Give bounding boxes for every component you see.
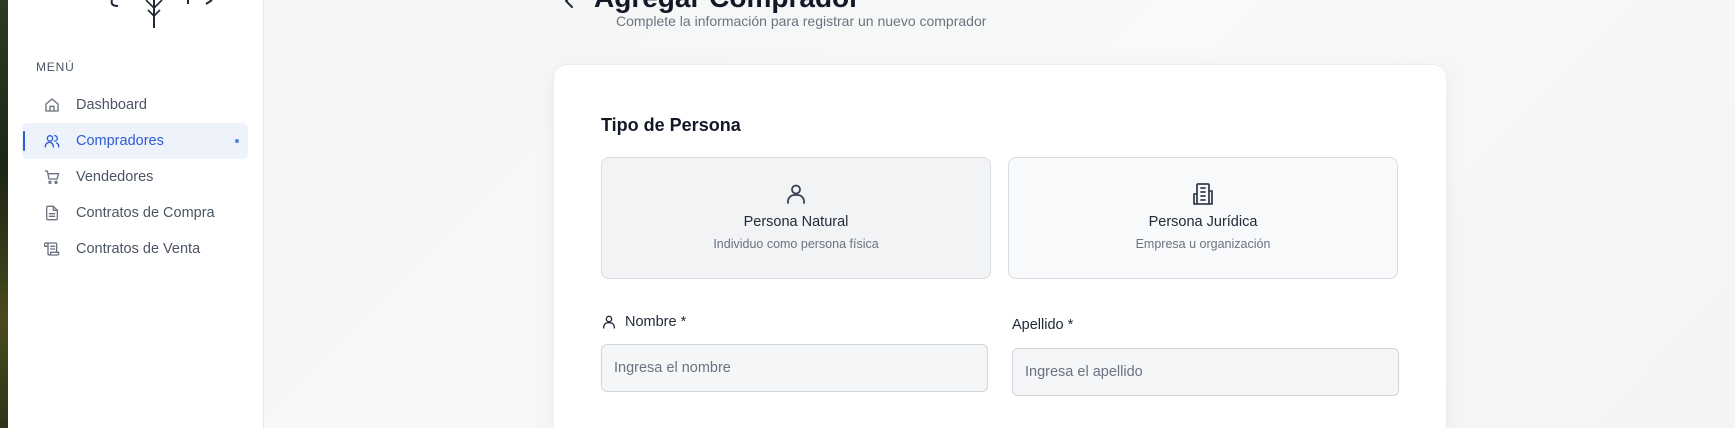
sidebar-item-label: Dashboard	[76, 97, 147, 113]
users-icon	[44, 133, 60, 149]
person-type-title: Persona Jurídica	[1148, 214, 1258, 230]
page-subtitle: Complete la información para registrar u…	[616, 13, 987, 29]
file-text-icon	[44, 205, 60, 221]
sidebar-nav: Dashboard Compradores Vendedores Contrat…	[22, 87, 248, 267]
nombre-label-text: Nombre *	[625, 314, 687, 330]
user-icon	[601, 314, 617, 330]
home-icon	[44, 97, 60, 113]
section-title: Tipo de Persona	[601, 115, 741, 135]
sidebar-item-compradores[interactable]: Compradores	[22, 123, 248, 159]
sidebar-item-label: Compradores	[76, 133, 164, 149]
sidebar-item-dashboard[interactable]: Dashboard	[22, 87, 248, 123]
active-indicator-dot	[235, 139, 239, 143]
logo	[110, 0, 213, 28]
menu-heading: MENÚ	[36, 60, 75, 74]
person-type-title: Persona Natural	[743, 214, 849, 230]
sidebar-item-contratos-venta[interactable]: Contratos de Venta	[22, 231, 248, 267]
scroll-icon	[44, 241, 60, 257]
sidebar-item-label: Contratos de Compra	[76, 205, 215, 221]
sidebar: MENÚ Dashboard Compradores Vendedores Co…	[8, 0, 264, 428]
page-title: Agregar Comprador	[594, 0, 860, 14]
back-arrow-icon[interactable]	[564, 0, 582, 8]
person-type-juridica-option[interactable]: Persona Jurídica Empresa u organización	[1008, 157, 1398, 279]
person-type-description: Individuo como persona física	[713, 237, 879, 251]
person-type-description: Empresa u organización	[1135, 237, 1271, 251]
building-icon	[1191, 182, 1215, 206]
background-wallpaper-edge	[0, 0, 8, 428]
sidebar-item-label: Vendedores	[76, 169, 154, 185]
nombre-label: Nombre *	[601, 314, 686, 330]
apellido-input[interactable]	[1012, 348, 1399, 396]
apellido-label-text: Apellido *	[1012, 317, 1074, 333]
apellido-label: Apellido *	[1012, 317, 1073, 333]
cart-icon	[44, 169, 60, 185]
sidebar-item-vendedores[interactable]: Vendedores	[22, 159, 248, 195]
sidebar-item-contratos-compra[interactable]: Contratos de Compra	[22, 195, 248, 231]
nombre-input[interactable]	[601, 344, 988, 392]
sidebar-item-label: Contratos de Venta	[76, 241, 201, 257]
user-icon	[784, 182, 808, 206]
person-type-natural-option[interactable]: Persona Natural Individuo como persona f…	[601, 157, 991, 279]
